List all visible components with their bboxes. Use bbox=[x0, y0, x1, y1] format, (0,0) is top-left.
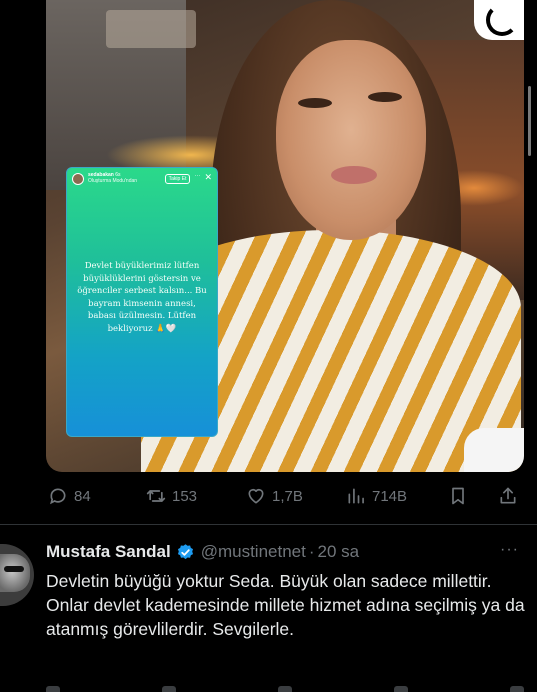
tweet-action-bar: 84 153 1,7B 714B bbox=[46, 484, 524, 508]
verified-badge-icon bbox=[177, 543, 193, 559]
reply-icon bbox=[50, 488, 66, 505]
like-count: 1,7B bbox=[272, 487, 303, 505]
reply-button[interactable]: 84 bbox=[48, 484, 91, 508]
person-face bbox=[276, 40, 426, 240]
meta-separator: · bbox=[308, 542, 315, 561]
repost-count: 153 bbox=[172, 487, 198, 505]
share-button[interactable] bbox=[498, 484, 524, 508]
scrollbar[interactable] bbox=[528, 86, 531, 156]
avatar-glasses bbox=[4, 566, 24, 572]
story-header: sedabakan 6s Oluşturma Modu'ndan Takip E… bbox=[67, 168, 217, 194]
share-icon bbox=[500, 487, 516, 504]
story-screenshot: sedabakan 6s Oluşturma Modu'ndan Takip E… bbox=[66, 167, 218, 437]
more-options-icon[interactable]: ··· bbox=[500, 541, 519, 559]
tweet-divider bbox=[0, 524, 537, 525]
story-more-icon: ··· bbox=[194, 173, 201, 179]
peek-repost-icon bbox=[162, 686, 176, 692]
story-close-icon: ✕ bbox=[204, 172, 212, 182]
corner-logo-icon bbox=[474, 0, 524, 40]
next-action-bar-peek bbox=[46, 686, 524, 692]
repost-icon bbox=[146, 490, 166, 502]
author-name[interactable]: Mustafa Sandal bbox=[46, 542, 171, 562]
peek-reply-icon bbox=[46, 686, 60, 692]
story-text: Devlet büyüklerimiz lütfen büyüklüklerin… bbox=[77, 261, 207, 334]
views-button[interactable]: 714B bbox=[346, 484, 407, 508]
reply-count: 84 bbox=[74, 487, 91, 505]
peek-like-icon bbox=[278, 686, 292, 692]
views-icon bbox=[348, 488, 364, 504]
person-lips bbox=[331, 166, 377, 184]
story-follow-button: Takip Et bbox=[164, 174, 191, 184]
avatar-photo bbox=[0, 554, 30, 592]
bookmark-button[interactable] bbox=[448, 484, 474, 508]
peek-bookmark-icon bbox=[510, 686, 524, 692]
background-sign bbox=[106, 10, 196, 48]
views-count: 714B bbox=[372, 487, 408, 505]
story-avatar bbox=[72, 173, 84, 185]
person-eye-left bbox=[298, 98, 332, 108]
timestamp[interactable]: 20 sa bbox=[318, 542, 360, 562]
coffee-cup bbox=[464, 428, 524, 472]
avatar[interactable] bbox=[0, 544, 34, 606]
repost-button[interactable]: 153 bbox=[146, 484, 197, 508]
bookmark-icon bbox=[452, 487, 464, 505]
tweet-text: Devletin büyüğü yoktur Seda. Büyük olan … bbox=[46, 571, 525, 639]
story-meta: sedabakan 6s Oluşturma Modu'ndan bbox=[88, 172, 165, 184]
person-eye-right bbox=[368, 92, 402, 102]
like-button[interactable]: 1,7B bbox=[246, 484, 303, 508]
author-handle[interactable]: @mustinetnet bbox=[201, 542, 306, 562]
reply-header: Mustafa Sandal @mustinetnet · 20 sa bbox=[46, 540, 359, 564]
like-icon bbox=[248, 488, 264, 504]
peek-views-icon bbox=[394, 686, 408, 692]
story-subtitle: Oluşturma Modu'ndan bbox=[88, 178, 138, 184]
